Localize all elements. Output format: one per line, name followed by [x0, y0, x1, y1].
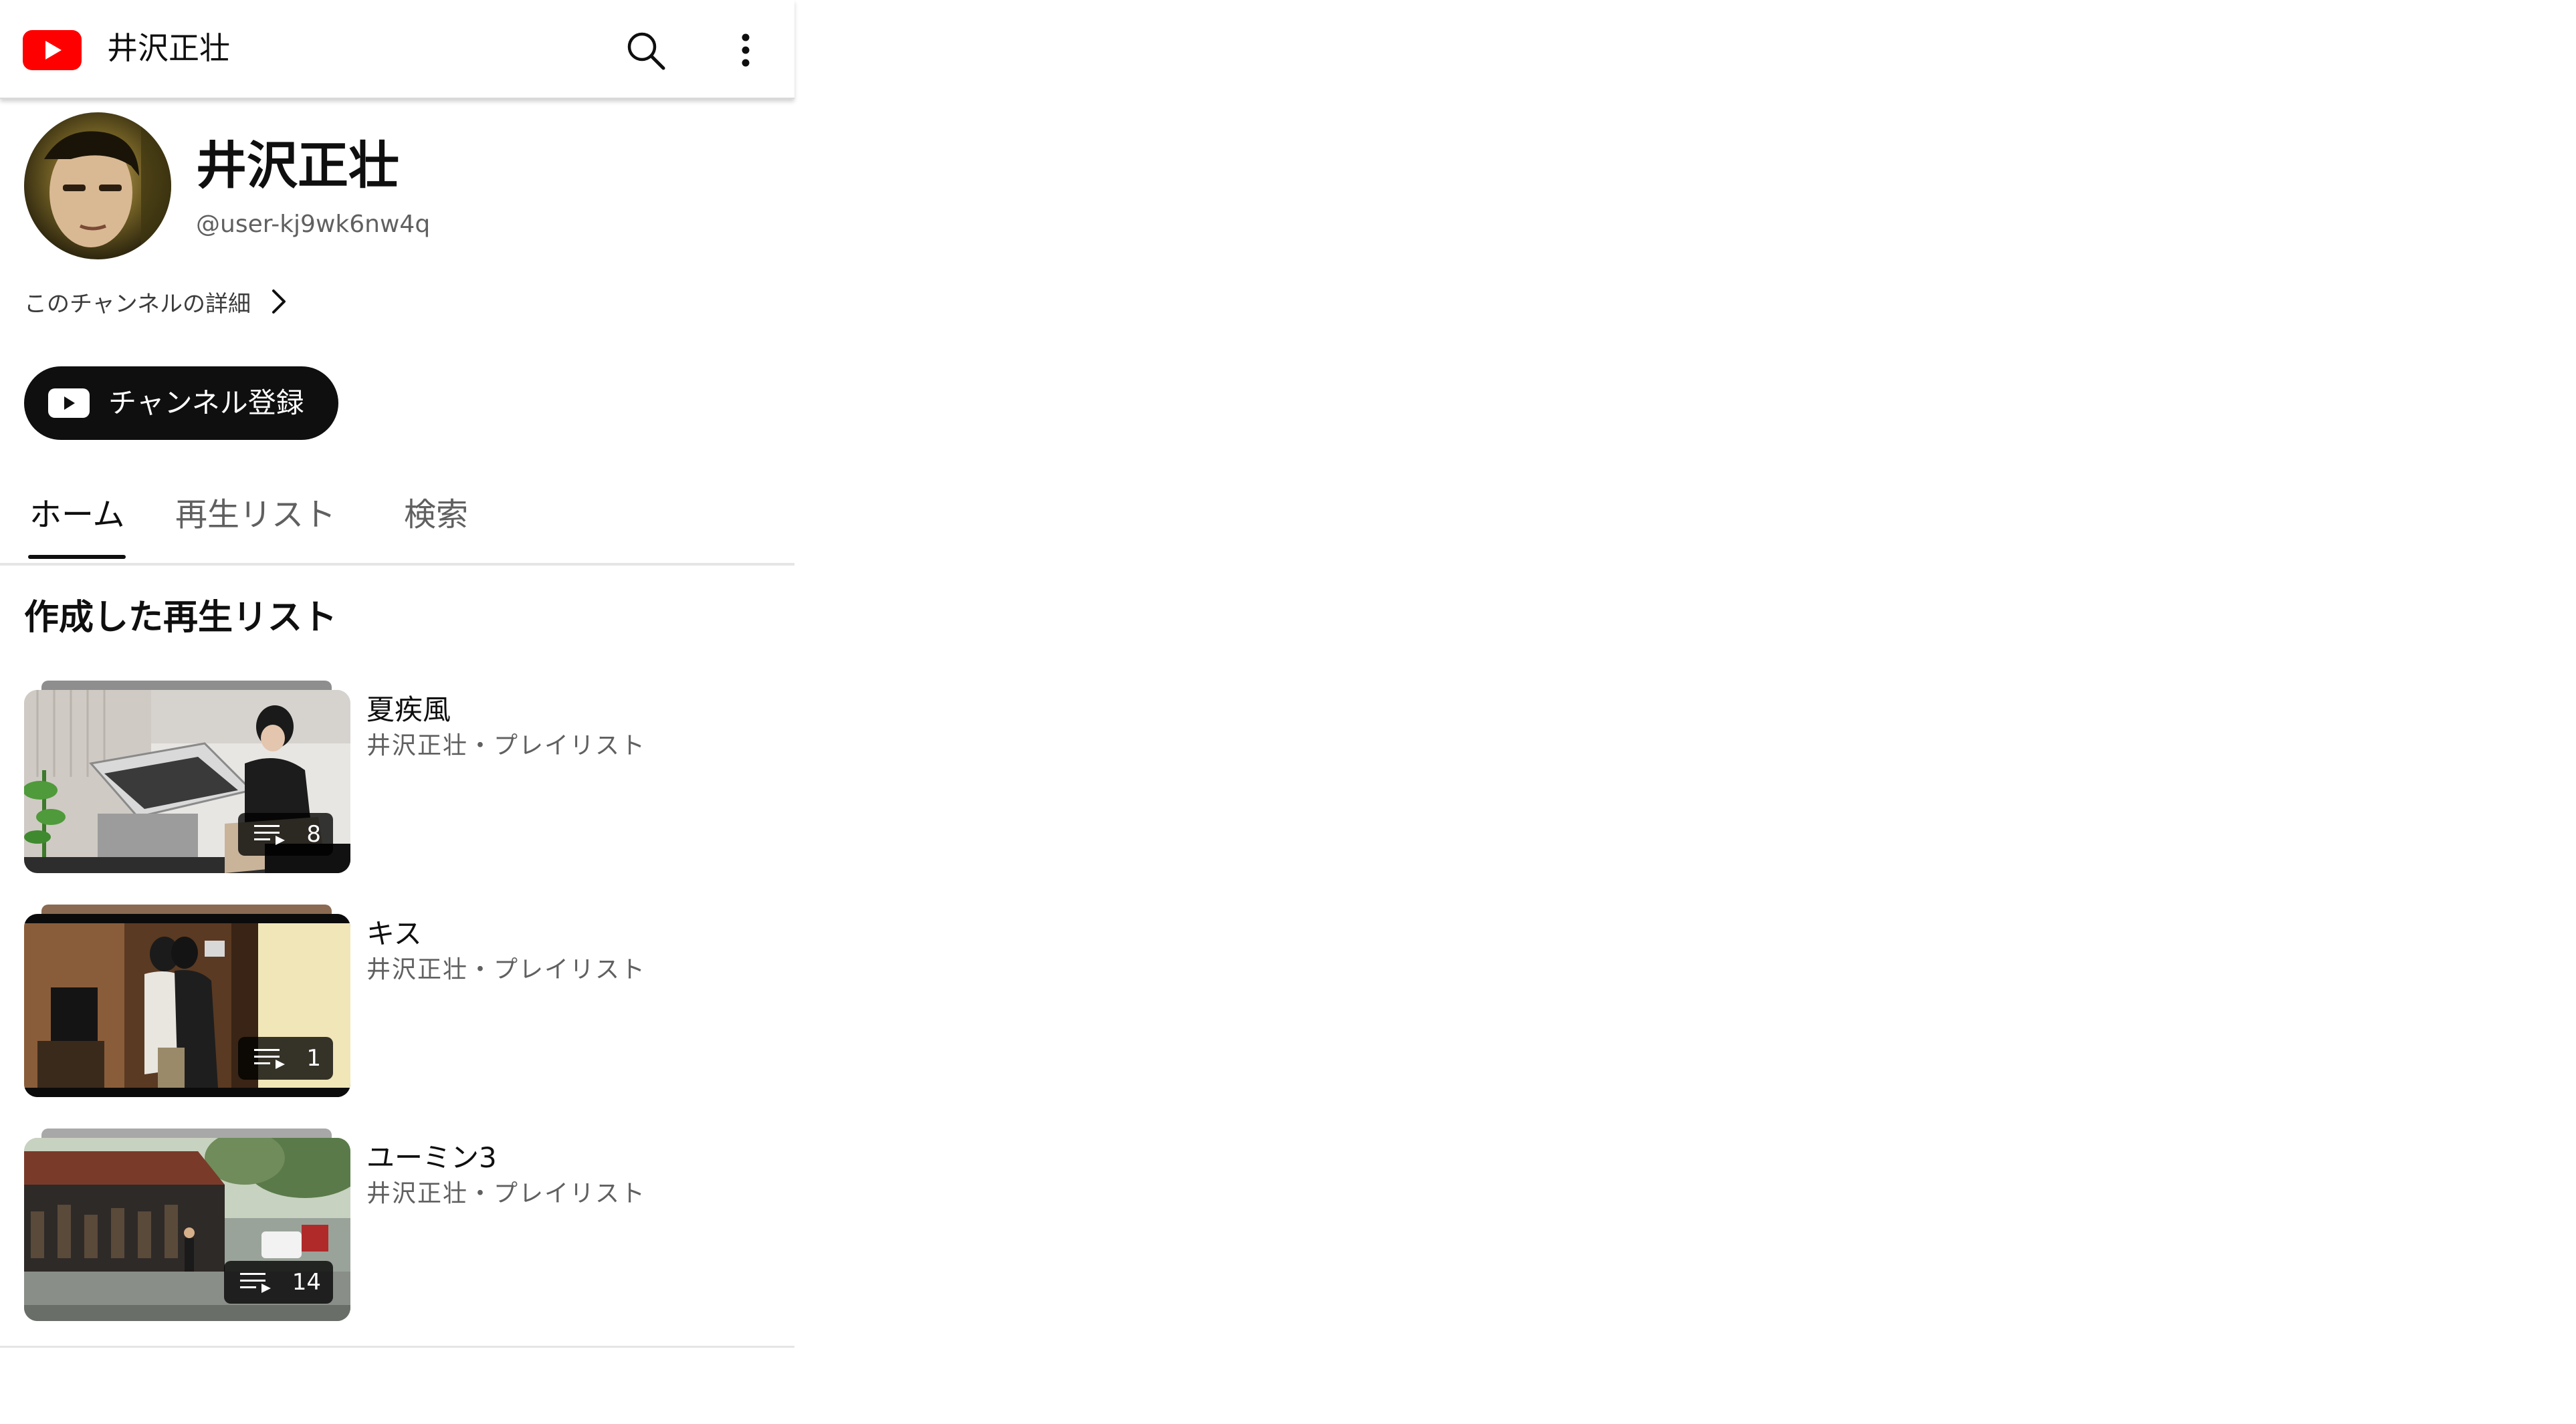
top-app-bar: 井沢正壮 — [0, 0, 794, 99]
playlist-thumbnail[interactable]: 14 — [24, 1138, 350, 1321]
playlist-title[interactable]: 夏疾風 — [366, 691, 451, 729]
playlist-subtitle: 井沢正壮・プレイリスト — [366, 1180, 647, 1207]
playlist-thumbnail[interactable]: 8 — [24, 690, 350, 873]
subscribe-label: チャンネル登録 — [108, 386, 304, 419]
playlist-video-count: 1 — [238, 1037, 333, 1080]
playlist-icon — [254, 1049, 286, 1069]
playlist-video-count: 8 — [238, 813, 333, 856]
section-title: 作成した再生リスト — [24, 598, 338, 638]
content-divider — [0, 1346, 794, 1348]
playlist-count-value: 1 — [306, 1045, 321, 1072]
playlist-item[interactable]: 1 キス 井沢正壮・プレイリスト — [24, 905, 794, 1098]
playlist-count-value: 14 — [292, 1269, 321, 1296]
playlist-icon — [254, 825, 286, 845]
active-tab-indicator — [28, 555, 126, 559]
tab-playlists[interactable]: 再生リスト — [175, 493, 336, 536]
playlist-title[interactable]: キス — [366, 915, 422, 953]
channel-avatar[interactable] — [24, 112, 171, 259]
tab-search[interactable]: 検索 — [404, 493, 468, 536]
tab-home[interactable]: ホーム — [29, 493, 125, 536]
playlist-subtitle: 井沢正壮・プレイリスト — [366, 956, 647, 983]
channel-tabs: ホーム 再生リスト 検索 — [0, 481, 794, 566]
app-root: 井沢正壮 井沢正壮 @user-kj9wk6nw4q このチャンネルの詳細 チャ… — [0, 0, 794, 1424]
channel-name: 井沢正壮 — [196, 136, 399, 195]
channel-details-link[interactable]: このチャンネルの詳細 — [24, 284, 288, 319]
playlist-item[interactable]: 8 夏疾風 井沢正壮・プレイリスト — [24, 681, 794, 874]
playlist-video-count: 14 — [223, 1261, 333, 1304]
playlist-subtitle: 井沢正壮・プレイリスト — [366, 732, 647, 759]
playlist-count-value: 8 — [306, 821, 321, 848]
youtube-play-icon — [48, 388, 90, 418]
playlist-item[interactable]: 14 ユーミン3 井沢正壮・プレイリスト — [24, 1129, 794, 1322]
channel-handle: @user-kj9wk6nw4q — [196, 211, 431, 238]
search-icon[interactable] — [622, 27, 669, 74]
chevron-right-icon — [272, 289, 286, 314]
youtube-logo-icon[interactable] — [23, 30, 82, 70]
playlist-title[interactable]: ユーミン3 — [366, 1139, 497, 1177]
playlist-icon — [239, 1273, 271, 1293]
more-vert-icon[interactable] — [722, 27, 769, 74]
playlist-thumbnail[interactable]: 1 — [24, 914, 350, 1097]
app-bar-title: 井沢正壮 — [107, 30, 230, 66]
channel-details-label: このチャンネルの詳細 — [24, 290, 251, 318]
subscribe-button[interactable]: チャンネル登録 — [24, 366, 338, 440]
